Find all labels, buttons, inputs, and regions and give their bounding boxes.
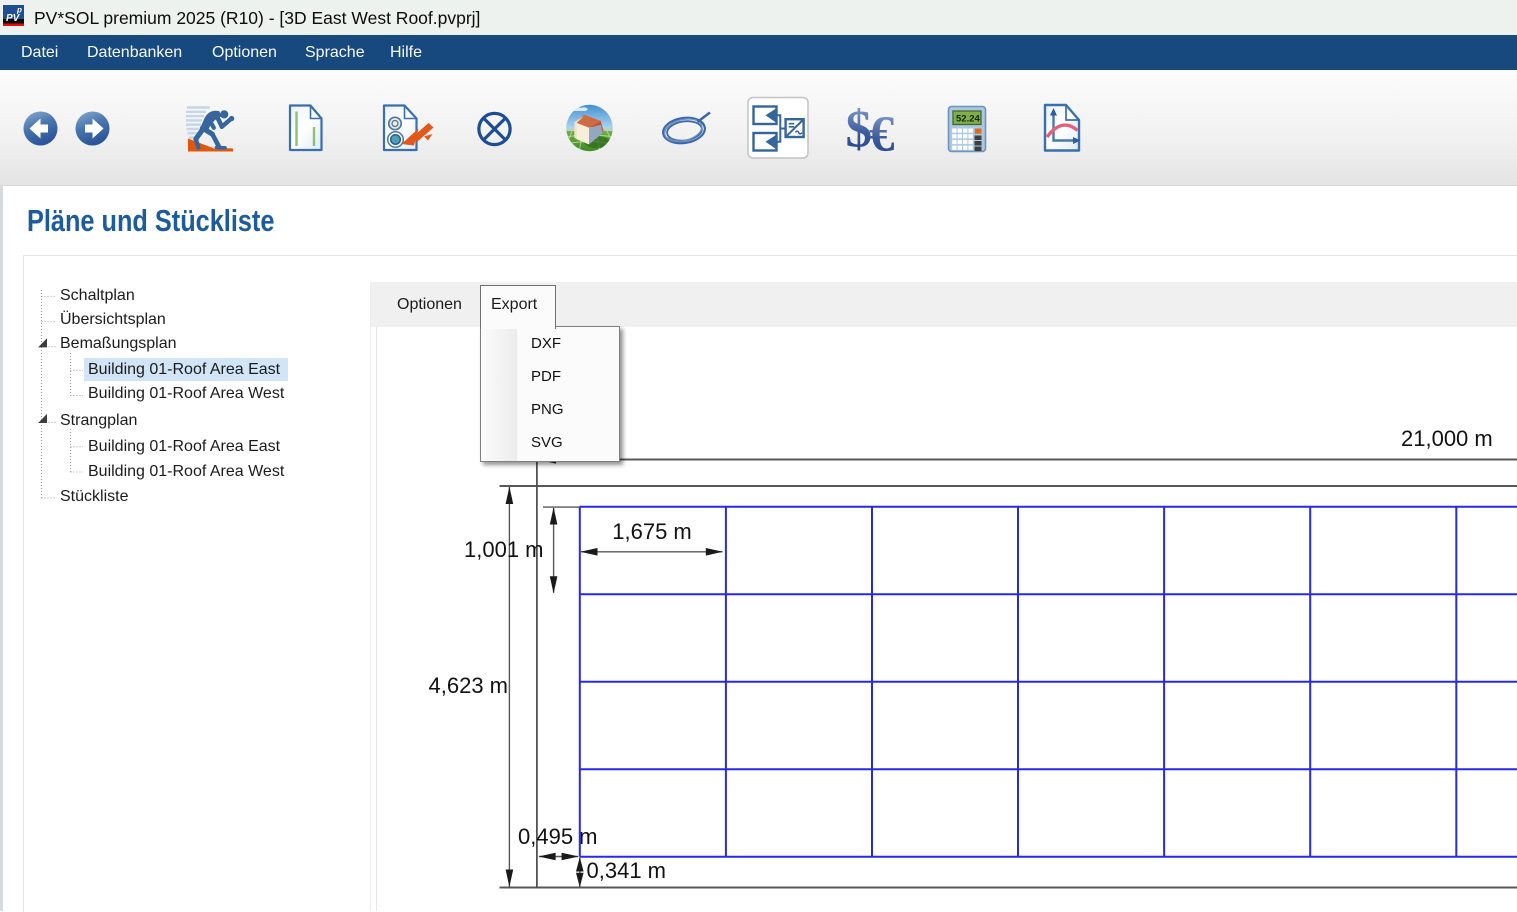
- svg-text:4,623 m: 4,623 m: [429, 673, 509, 698]
- svg-text:1,675 m: 1,675 m: [612, 519, 692, 544]
- svg-text:0,341 m: 0,341 m: [587, 858, 667, 883]
- svg-text:21,000 m: 21,000 m: [1401, 426, 1493, 451]
- svg-text:0,495 m: 0,495 m: [518, 824, 598, 849]
- svg-text:1,001 m: 1,001 m: [464, 537, 544, 562]
